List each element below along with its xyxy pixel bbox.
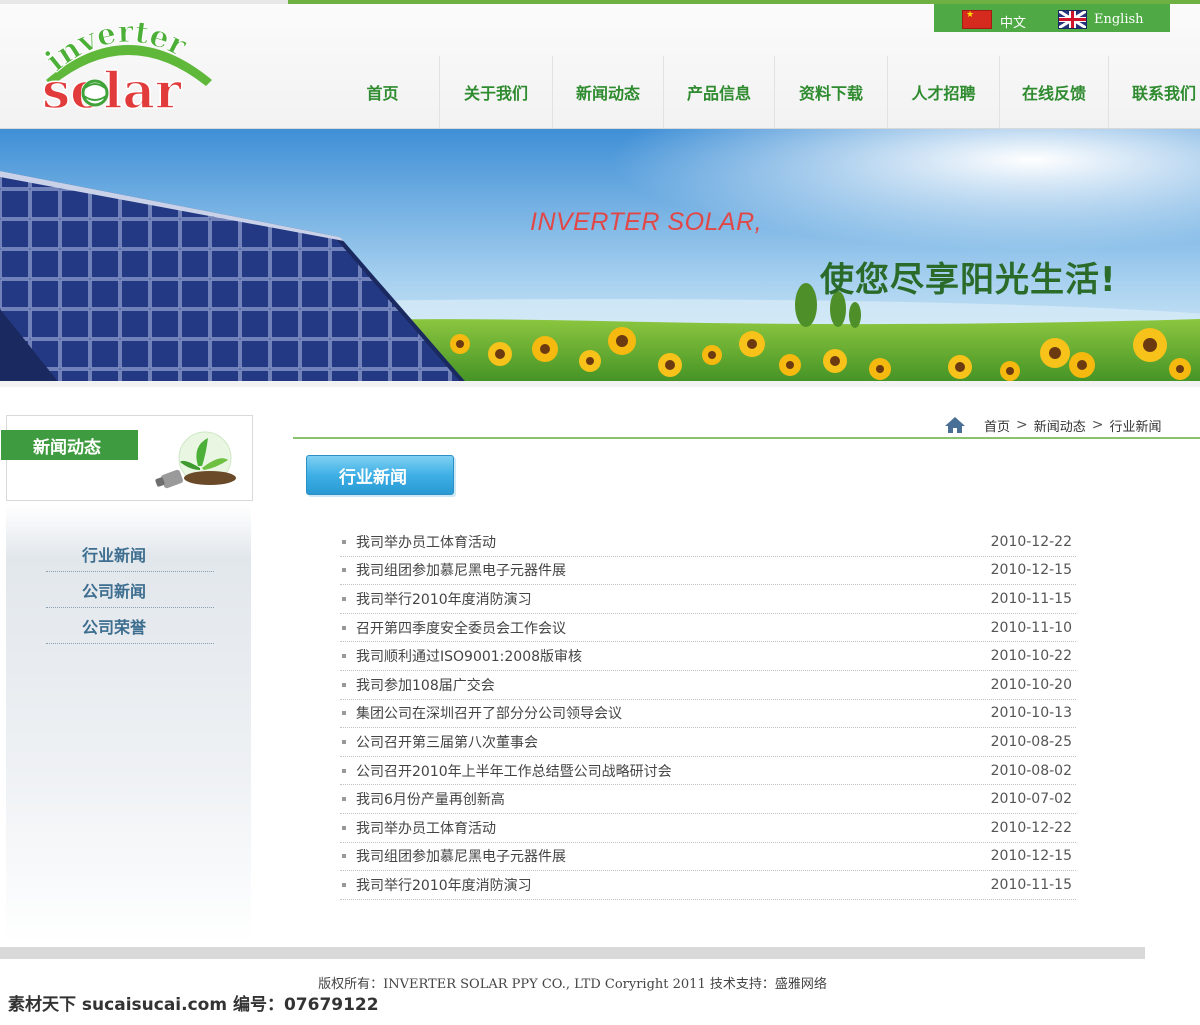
news-title[interactable]: 集团公司在深圳召开了部分分公司领导会议	[356, 703, 962, 723]
bullet-icon	[342, 739, 346, 744]
news-row[interactable]: 集团公司在深圳召开了部分分公司领导会议 2010-10-13	[340, 700, 1076, 729]
news-title[interactable]: 我司组团参加慕尼黑电子元器件展	[356, 560, 962, 580]
bullet-icon	[342, 768, 346, 773]
uk-flag-icon[interactable]	[1058, 10, 1087, 29]
news-date: 2010-11-10	[990, 619, 1072, 636]
news-title[interactable]: 公司召开第三届第八次董事会	[356, 732, 962, 752]
sidebar-item-industry-news[interactable]: 行业新闻	[46, 537, 214, 572]
chevron-right-icon: >	[1016, 417, 1028, 433]
bullet-icon	[342, 854, 346, 859]
china-flag-icon[interactable]	[962, 10, 992, 29]
news-row[interactable]: 召开第四季度安全委员会工作会议 2010-11-10	[340, 614, 1076, 643]
top-accent-gap	[0, 0, 288, 4]
bullet-icon	[342, 568, 346, 573]
news-date: 2010-08-02	[990, 762, 1072, 779]
lang-english-link[interactable]: English	[1094, 12, 1144, 27]
news-date: 2010-10-20	[990, 676, 1072, 693]
banner-cn-slogan: 使您尽享阳光生活!	[820, 260, 1117, 300]
news-date: 2010-10-22	[990, 648, 1072, 665]
logo-text-main: solar	[42, 61, 182, 116]
news-date: 2010-11-15	[990, 590, 1072, 607]
news-date: 2010-12-15	[990, 848, 1072, 865]
news-date: 2010-10-13	[990, 705, 1072, 722]
news-date: 2010-12-22	[990, 819, 1072, 836]
chevron-right-icon: >	[1091, 417, 1104, 433]
news-title[interactable]: 我司6月份产量再创新高	[356, 789, 962, 809]
section-title: 行业新闻	[306, 455, 454, 495]
news-row[interactable]: 我司举行2010年度消防演习 2010-11-15	[340, 871, 1076, 900]
news-title[interactable]: 我司举办员工体育活动	[356, 532, 962, 552]
main-nav: 首页 关于我们 新闻动态 产品信息 资料下载 人才招聘 在线反馈 联系我们	[326, 56, 1200, 128]
nav-products[interactable]: 产品信息	[664, 56, 775, 128]
news-title[interactable]: 我司组团参加慕尼黑电子元器件展	[356, 846, 962, 866]
bullet-icon	[342, 625, 346, 630]
news-row[interactable]: 我司顺利通过ISO9001:2008版审核 2010-10-22	[340, 642, 1076, 671]
nav-home[interactable]: 首页	[326, 56, 440, 128]
news-date: 2010-07-02	[990, 791, 1072, 808]
news-date: 2010-12-15	[990, 562, 1072, 579]
nav-contact[interactable]: 联系我们	[1109, 56, 1200, 128]
content-divider	[293, 437, 1200, 439]
news-title[interactable]: 我司顺利通过ISO9001:2008版审核	[356, 646, 962, 666]
news-row[interactable]: 我司组团参加慕尼黑电子元器件展 2010-12-15	[340, 557, 1076, 586]
news-list: 我司举办员工体育活动 2010-12-22 我司组团参加慕尼黑电子元器件展 2010-…	[340, 528, 1076, 900]
news-row[interactable]: 公司召开2010年上半年工作总结暨公司战略研讨会 2010-08-02	[340, 757, 1076, 786]
news-row[interactable]: 我司举办员工体育活动 2010-12-22	[340, 814, 1076, 843]
sidebar-heading: 新闻动态	[1, 430, 138, 460]
inverter-solar-logo[interactable]: inverter solar	[38, 16, 218, 116]
nav-feedback[interactable]: 在线反馈	[1000, 56, 1109, 128]
news-title[interactable]: 我司参加108届广交会	[356, 675, 962, 695]
nav-downloads[interactable]: 资料下载	[775, 56, 888, 128]
breadcrumb: 首页 > 新闻动态 > 行业新闻	[944, 413, 1162, 437]
nav-careers[interactable]: 人才招聘	[888, 56, 1000, 128]
breadcrumb-home[interactable]: 首页	[984, 416, 1010, 435]
banner-en-slogan: INVERTER SOLAR,	[530, 208, 763, 236]
bullet-icon	[342, 882, 346, 887]
bullet-icon	[342, 711, 346, 716]
news-row[interactable]: 我司举行2010年度消防演习 2010-11-15	[340, 585, 1076, 614]
watermark: 素材天下 sucaisucai.com 编号：07679122	[8, 995, 379, 1015]
breadcrumb-news[interactable]: 新闻动态	[1034, 416, 1086, 435]
breadcrumb-current: 行业新闻	[1109, 419, 1162, 435]
news-row[interactable]: 我司组团参加慕尼黑电子元器件展 2010-12-15	[340, 843, 1076, 872]
news-title[interactable]: 我司举行2010年度消防演习	[356, 875, 962, 895]
news-date: 2010-12-22	[990, 533, 1072, 550]
bullet-icon	[342, 825, 346, 830]
sidebar-item-company-news[interactable]: 公司新闻	[46, 573, 214, 608]
news-date: 2010-08-25	[990, 733, 1072, 750]
footer-bar	[0, 947, 1145, 959]
news-row[interactable]: 公司召开第三届第八次董事会 2010-08-25	[340, 728, 1076, 757]
news-row[interactable]: 我司参加108届广交会 2010-10-20	[340, 671, 1076, 700]
lightbulb-plant-icon	[155, 431, 236, 489]
news-title[interactable]: 召开第四季度安全委员会工作会议	[356, 618, 962, 638]
bullet-icon	[342, 539, 346, 544]
news-title[interactable]: 我司举办员工体育活动	[356, 818, 962, 838]
bullet-icon	[342, 596, 346, 601]
news-row[interactable]: 我司6月份产量再创新高 2010-07-02	[340, 785, 1076, 814]
news-title[interactable]: 我司举行2010年度消防演习	[356, 589, 962, 609]
news-row[interactable]: 我司举办员工体育活动 2010-12-22	[340, 528, 1076, 557]
bullet-icon	[342, 682, 346, 687]
home-icon[interactable]	[944, 416, 966, 434]
nav-about[interactable]: 关于我们	[440, 56, 553, 128]
sidebar-item-company-honors[interactable]: 公司荣誉	[46, 609, 214, 644]
bullet-icon	[342, 654, 346, 659]
bullet-icon	[342, 797, 346, 802]
nav-news[interactable]: 新闻动态	[553, 56, 664, 128]
lang-chinese-link[interactable]: 中文	[1000, 12, 1026, 31]
news-title[interactable]: 公司召开2010年上半年工作总结暨公司战略研讨会	[356, 761, 962, 781]
news-date: 2010-11-15	[990, 876, 1072, 893]
